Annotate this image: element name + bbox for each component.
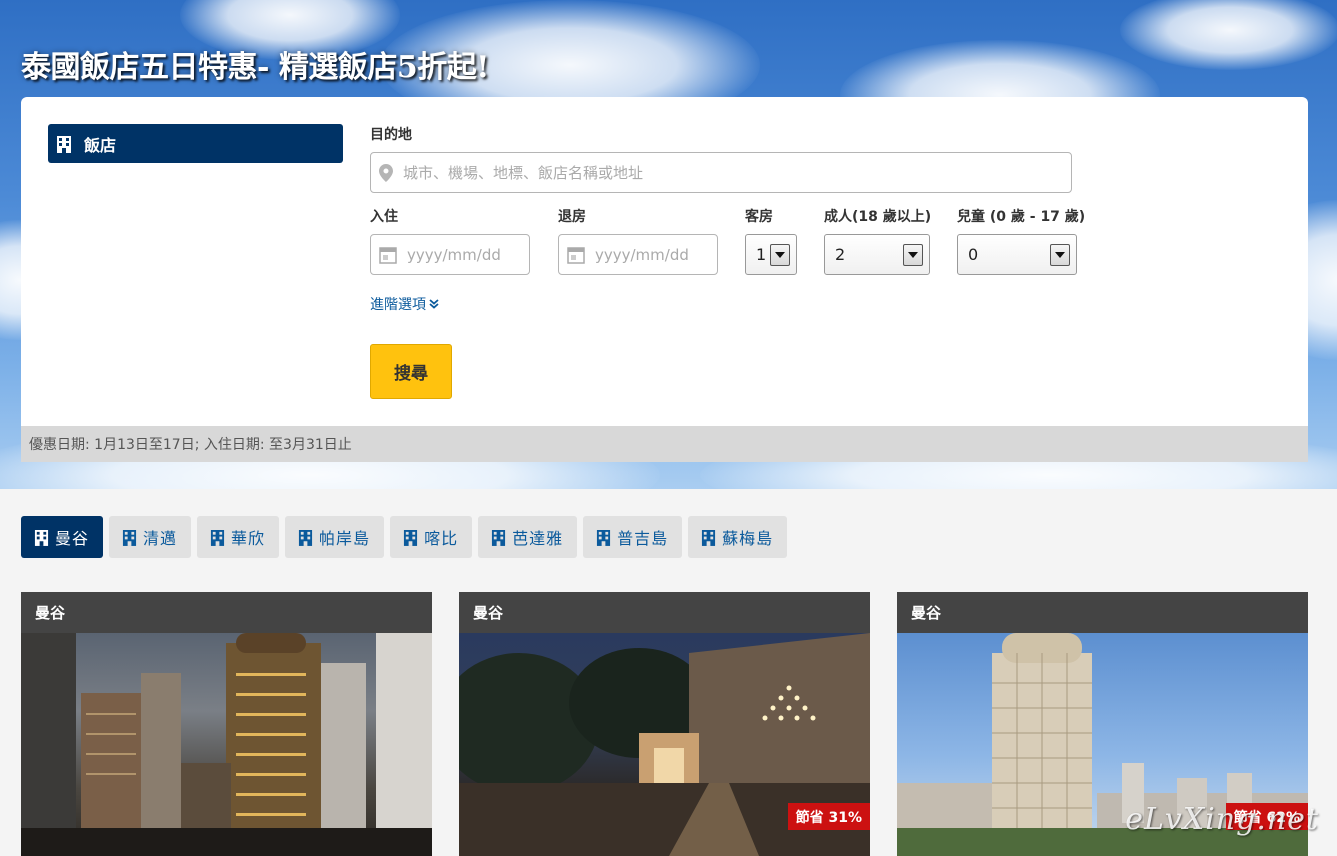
tab-hotel-label: 飯店 (84, 135, 117, 155)
tab-krabi[interactable]: 喀比 (390, 516, 473, 558)
tab-label: 普吉島 (617, 529, 669, 548)
checkout-field[interactable] (558, 234, 718, 275)
children-select[interactable]: 0 (957, 234, 1077, 275)
calendar-icon (379, 246, 397, 264)
rooms-label: 客房 (745, 209, 773, 225)
tab-pattaya[interactable]: 芭達雅 (478, 516, 578, 558)
tab-label: 華欣 (231, 529, 266, 548)
adults-label: 成人(18 歲以上) (824, 209, 932, 225)
advanced-options-label: 進階選項 (370, 297, 426, 313)
location-pin-icon (379, 163, 393, 182)
rooms-value: 1 (756, 245, 767, 264)
chevron-down-icon (770, 244, 790, 266)
double-chevron-down-icon (429, 299, 439, 309)
tab-label: 蘇梅島 (722, 529, 774, 548)
checkin-input[interactable] (407, 245, 517, 264)
hotel-photo[interactable]: 節省 31% (459, 633, 870, 856)
search-button[interactable]: 搜尋 (370, 344, 452, 399)
chevron-down-icon (903, 244, 923, 266)
tab-hua-hin[interactable]: 華欣 (197, 516, 280, 558)
tab-koh-samui[interactable]: 蘇梅島 (688, 516, 788, 558)
building-icon (122, 529, 137, 546)
building-icon (34, 529, 49, 546)
hotel-card[interactable]: 曼谷 節省 31% (459, 592, 870, 856)
page-title: 泰國飯店五日特惠- 精選飯店5折起! (21, 50, 489, 85)
city-tabs: 曼谷 清邁 華欣 帕岸島 喀比 芭達雅 普吉島 蘇梅島 (21, 516, 793, 558)
tab-label: 清邁 (143, 529, 178, 548)
building-icon (57, 135, 71, 153)
card-city: 曼谷 (459, 592, 870, 633)
adults-value: 2 (835, 245, 846, 264)
rooms-select[interactable]: 1 (745, 234, 797, 275)
destination-label: 目的地 (370, 127, 412, 143)
tab-label: 曼谷 (55, 529, 90, 548)
checkout-input[interactable] (595, 245, 705, 264)
tab-hotel[interactable]: 飯店 (48, 124, 343, 163)
adults-select[interactable]: 2 (824, 234, 930, 275)
tab-bangkok[interactable]: 曼谷 (21, 516, 104, 558)
tab-koh-phangan[interactable]: 帕岸島 (285, 516, 385, 558)
tab-chiang-mai[interactable]: 清邁 (109, 516, 192, 558)
city-night-illustration (21, 633, 432, 856)
checkin-label: 入住 (370, 209, 398, 225)
building-icon (597, 529, 611, 546)
tab-label: 芭達雅 (512, 529, 564, 548)
tab-label: 喀比 (424, 529, 459, 548)
tab-phuket[interactable]: 普吉島 (583, 516, 683, 558)
building-icon (702, 529, 716, 546)
building-icon (298, 529, 313, 546)
watermark-text: eLvXing.net (1125, 802, 1319, 837)
building-icon (210, 529, 225, 546)
promo-info: 優惠日期: 1月13日至17日; 入住日期: 至3月31日止 (21, 426, 1308, 462)
building-icon (492, 529, 506, 546)
destination-input[interactable] (403, 163, 1043, 182)
tab-label: 帕岸島 (319, 529, 371, 548)
discount-badge: 節省 31% (787, 803, 870, 830)
checkin-field[interactable] (370, 234, 530, 275)
children-label: 兒童 (0 歲 - 17 歲) (957, 209, 1086, 225)
children-value: 0 (968, 245, 979, 264)
advanced-options-link[interactable]: 進階選項 (370, 294, 439, 314)
card-city: 曼谷 (21, 592, 432, 633)
checkout-label: 退房 (558, 209, 586, 225)
search-panel: 飯店 目的地 入住 退房 客房 1 成人(18 歲以上) 2 兒童 (0 (21, 97, 1308, 426)
hotel-card[interactable]: 曼谷 (21, 592, 432, 856)
building-icon (404, 529, 418, 546)
card-city: 曼谷 (897, 592, 1308, 633)
calendar-icon (567, 246, 585, 264)
hotel-photo[interactable] (21, 633, 432, 856)
destination-field[interactable] (370, 152, 1072, 193)
chevron-down-icon (1050, 244, 1070, 266)
